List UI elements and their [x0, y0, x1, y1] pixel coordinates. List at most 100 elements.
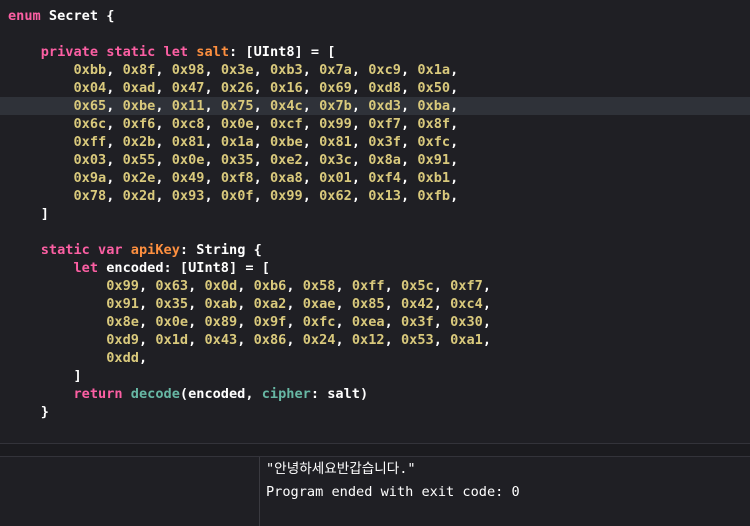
code-line[interactable]: 0x91, 0x35, 0xab, 0xa2, 0xae, 0x85, 0x42…: [0, 295, 750, 313]
hex-literal: 0x49: [171, 170, 205, 186]
code-line[interactable]: 0x99, 0x63, 0x0d, 0xb6, 0x58, 0xff, 0x5c…: [0, 277, 750, 295]
code-line[interactable]: 0x04, 0xad, 0x47, 0x26, 0x16, 0x69, 0xd8…: [0, 79, 750, 97]
comma: ,: [138, 278, 156, 294]
comma: ,: [155, 170, 172, 186]
code-text: return decode(encoded, cipher: salt): [8, 385, 368, 403]
hex-literal: 0x75: [220, 98, 254, 114]
comma: ,: [204, 116, 221, 132]
hex-literal: 0x99: [106, 278, 139, 294]
hex-literal: 0x55: [122, 152, 156, 168]
code-line[interactable]: ]: [0, 367, 750, 385]
code-line[interactable]: 0x9a, 0x2e, 0x49, 0xf8, 0xa8, 0x01, 0xf4…: [0, 169, 750, 187]
hex-literal: 0xf7: [368, 116, 401, 132]
hex-literal: 0x8a: [368, 152, 401, 168]
code-line[interactable]: [0, 25, 750, 43]
comma: ,: [450, 170, 467, 186]
variables-view[interactable]: [0, 457, 260, 526]
console-status-line: Program ended with exit code: 0: [266, 484, 520, 500]
hex-literal: 0x6c: [73, 116, 107, 132]
code-text: ]: [8, 367, 81, 385]
comma: ,: [482, 314, 500, 330]
hex-literal: 0x24: [302, 332, 336, 348]
code-text: 0xbb, 0x8f, 0x98, 0x3e, 0xb3, 0x7a, 0xc9…: [8, 61, 466, 79]
keyword: static: [106, 44, 156, 60]
comma: ,: [335, 332, 352, 348]
comma: ,: [237, 278, 254, 294]
hex-literal: 0x85: [351, 296, 385, 312]
comma: ,: [400, 80, 418, 96]
code-text: 0x8e, 0x0e, 0x89, 0x9f, 0xfc, 0xea, 0x3f…: [8, 313, 499, 331]
code-line[interactable]: enum Secret {: [0, 7, 750, 25]
hex-literal: 0xad: [122, 80, 156, 96]
code-token: ]: [40, 206, 49, 222]
comma: ,: [450, 98, 467, 114]
code-line[interactable]: [0, 223, 750, 241]
code-line[interactable]: static var apiKey: String {: [0, 241, 750, 259]
comma: ,: [384, 278, 401, 294]
comma: ,: [253, 98, 270, 114]
comma: ,: [204, 152, 221, 168]
hex-literal: 0x3f: [400, 314, 434, 330]
comma: ,: [204, 62, 221, 78]
console-output[interactable]: "안녕하세요반갑습니다." Program ended with exit co…: [261, 457, 750, 526]
hex-literal: 0x0e: [220, 116, 254, 132]
code-text: 0x9a, 0x2e, 0x49, 0xf8, 0xa8, 0x01, 0xf4…: [8, 169, 466, 187]
code-token: : String {: [179, 242, 262, 258]
code-line[interactable]: private static let salt: [UInt8] = [: [0, 43, 750, 61]
hex-literal: 0xff: [73, 134, 107, 150]
comma: ,: [450, 152, 467, 168]
code-line[interactable]: 0xbb, 0x8f, 0x98, 0x3e, 0xb3, 0x7a, 0xc9…: [0, 61, 750, 79]
hex-literal: 0xae: [302, 296, 336, 312]
hex-literal: 0xfc: [417, 134, 451, 150]
keyword: var: [98, 242, 123, 258]
hex-literal: 0x35: [220, 152, 254, 168]
hex-literal: 0x8f: [417, 116, 451, 132]
comma: ,: [351, 152, 369, 168]
comma: ,: [155, 152, 172, 168]
keyword: private: [40, 44, 99, 60]
hex-literal: 0xa2: [253, 296, 287, 312]
hex-literal: 0x81: [319, 134, 352, 150]
keyword: static: [40, 242, 90, 258]
code-line[interactable]: 0x8e, 0x0e, 0x89, 0x9f, 0xfc, 0xea, 0x3f…: [0, 313, 750, 331]
code-line[interactable]: let encoded: [UInt8] = [: [0, 259, 750, 277]
comma: ,: [351, 62, 369, 78]
comma: ,: [400, 170, 418, 186]
hex-literal: 0xba: [417, 98, 451, 114]
comma: ,: [433, 296, 451, 312]
code-editor[interactable]: enum Secret { private static let salt: […: [0, 0, 750, 443]
code-line[interactable]: 0x65, 0xbe, 0x11, 0x75, 0x4c, 0x7b, 0xd3…: [0, 97, 750, 115]
code-line[interactable]: 0xdd,: [0, 349, 750, 367]
hex-literal: 0x43: [204, 332, 238, 348]
comma: ,: [302, 80, 320, 96]
hex-literal: 0xfb: [417, 188, 451, 204]
hex-literal: 0x91: [417, 152, 451, 168]
comma: ,: [237, 332, 254, 348]
debug-area-divider[interactable]: [0, 443, 750, 457]
function-name: decode: [130, 386, 180, 402]
code-line[interactable]: ]: [0, 205, 750, 223]
comma: ,: [253, 116, 270, 132]
code-line[interactable]: 0xd9, 0x1d, 0x43, 0x86, 0x24, 0x12, 0x53…: [0, 331, 750, 349]
code-line[interactable]: }: [0, 403, 750, 421]
comma: ,: [106, 98, 123, 114]
code-line[interactable]: 0x6c, 0xf6, 0xc8, 0x0e, 0xcf, 0x99, 0xf7…: [0, 115, 750, 133]
hex-literal: 0x7a: [319, 62, 352, 78]
hex-literal: 0x58: [302, 278, 336, 294]
comma: ,: [400, 98, 418, 114]
code-line[interactable]: 0xff, 0x2b, 0x81, 0x1a, 0xbe, 0x81, 0x3f…: [0, 133, 750, 151]
code-line[interactable]: 0x78, 0x2d, 0x93, 0x0f, 0x99, 0x62, 0x13…: [0, 187, 750, 205]
hex-literal: 0xab: [204, 296, 238, 312]
code-line[interactable]: 0x03, 0x55, 0x0e, 0x35, 0xe2, 0x3c, 0x8a…: [0, 151, 750, 169]
comma: ,: [106, 62, 123, 78]
code-line[interactable]: return decode(encoded, cipher: salt): [0, 385, 750, 403]
